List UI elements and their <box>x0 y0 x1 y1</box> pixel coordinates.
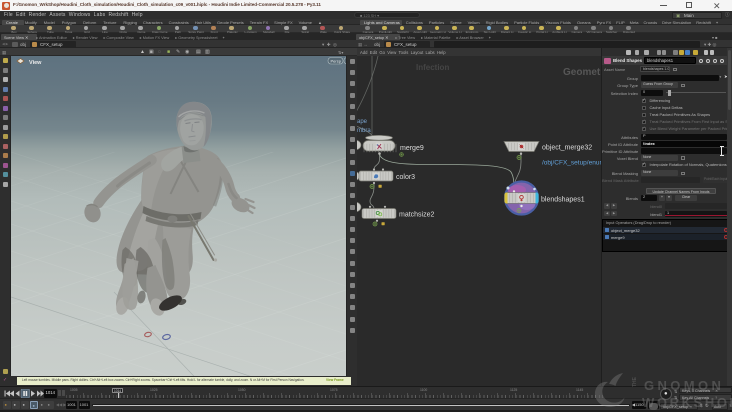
svg-text:mbra: mbra <box>357 128 371 134</box>
svg-text:Persp: Persp <box>331 59 342 64</box>
svg-text:Geometry: Geometry <box>563 67 601 78</box>
svg-text:Infection: Infection <box>416 63 449 72</box>
svg-text:matchsize2: matchsize2 <box>399 212 435 219</box>
svg-text:blendshapes1: blendshapes1 <box>541 197 585 204</box>
svg-text:color3: color3 <box>396 174 415 181</box>
svg-text:ape: ape <box>357 119 368 125</box>
svg-text:object_merge32: object_merge32 <box>542 145 592 152</box>
svg-text:merge9: merge9 <box>400 145 424 152</box>
svg-text:View: View <box>29 60 42 66</box>
svg-text:/obj/CFX_setup/enume: /obj/CFX_setup/enume <box>542 160 601 167</box>
